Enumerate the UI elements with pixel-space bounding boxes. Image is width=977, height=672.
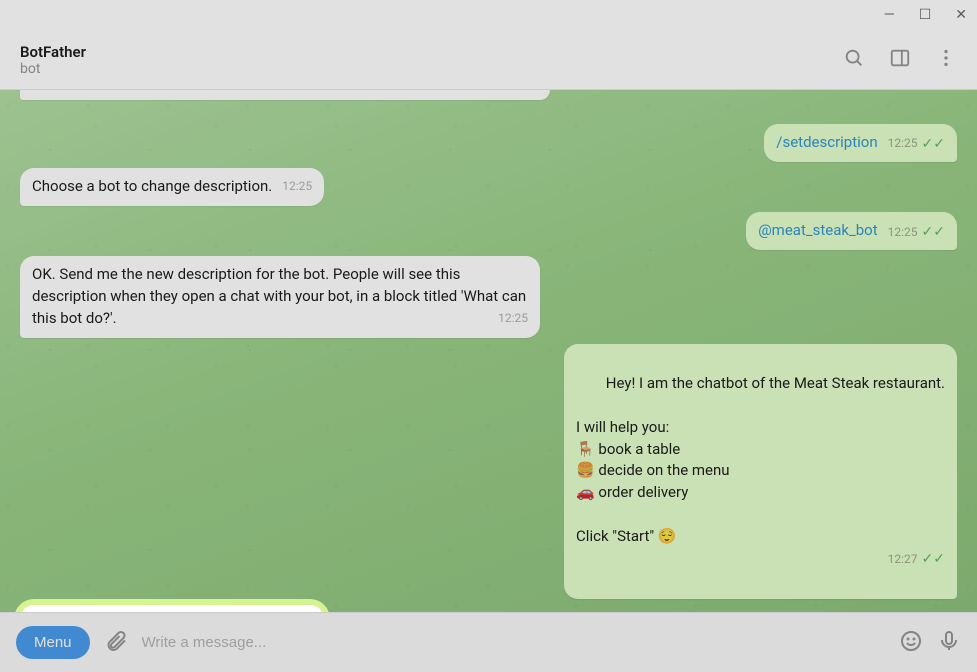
message-time: 12:25 — [888, 224, 918, 241]
partial-message: 9.45 — [20, 90, 550, 100]
message-input-bar: Menu — [0, 612, 977, 672]
read-ticks-icon: ✓✓ — [922, 222, 945, 242]
message-row-incoming: OK. Send me the new description for the … — [20, 256, 957, 337]
message-text: Choose a bot to change description. — [32, 177, 272, 195]
more-icon[interactable] — [935, 47, 957, 73]
maximize-icon[interactable]: ☐ — [919, 7, 932, 23]
message-row-incoming: Success! Description updated. /help 12:2… — [20, 605, 957, 612]
message-time: 12:25 — [888, 135, 918, 152]
read-ticks-icon: ✓✓ — [922, 134, 945, 154]
sidebar-icon[interactable] — [889, 47, 911, 73]
message-time: 12:25 — [498, 310, 528, 327]
message-row-outgoing: /setdescription 12:25 ✓✓ — [20, 124, 957, 162]
message-row-outgoing: Hey! I am the chatbot of the Meat Steak … — [20, 344, 957, 599]
minimize-icon[interactable]: — — [884, 7, 895, 23]
chat-subtitle: bot — [20, 61, 86, 77]
chat-title[interactable]: BotFather — [20, 43, 86, 61]
message-time: 12:27 — [888, 551, 918, 568]
emoji-icon[interactable] — [899, 629, 923, 657]
message-time: 9.45 — [515, 90, 538, 92]
read-ticks-icon: ✓✓ — [922, 549, 945, 569]
message-input[interactable] — [142, 634, 885, 651]
message-bubble[interactable]: @meat_steak_bot 12:25 ✓✓ — [746, 212, 957, 250]
window-titlebar: — ☐ ✕ — [0, 0, 977, 30]
message-bubble[interactable]: Hey! I am the chatbot of the Meat Steak … — [564, 344, 957, 599]
command-link[interactable]: /setdescription — [776, 133, 877, 151]
message-bubble-highlighted[interactable]: Success! Description updated. /help 12:2… — [20, 605, 324, 612]
message-text: OK. Send me the new description for the … — [32, 265, 526, 327]
close-icon[interactable]: ✕ — [955, 7, 967, 23]
message-row-outgoing: @meat_steak_bot 12:25 ✓✓ — [20, 212, 957, 250]
chat-area[interactable]: 9.45 /setdescription 12:25 ✓✓ Choose a b… — [0, 90, 977, 612]
message-row-incoming: Choose a bot to change description. 12:2… — [20, 168, 957, 206]
message-bubble[interactable]: OK. Send me the new description for the … — [20, 256, 540, 337]
mention-link[interactable]: @meat_steak_bot — [758, 221, 877, 239]
message-time: 12:25 — [282, 178, 312, 195]
chat-header: BotFather bot — [0, 30, 977, 90]
message-bubble[interactable]: /setdescription 12:25 ✓✓ — [764, 124, 957, 162]
message-text: Hey! I am the chatbot of the Meat Steak … — [576, 374, 945, 544]
search-icon[interactable] — [843, 47, 865, 73]
message-bubble[interactable]: Choose a bot to change description. 12:2… — [20, 168, 324, 206]
attach-icon[interactable] — [104, 629, 128, 657]
microphone-icon[interactable] — [937, 629, 961, 657]
menu-button[interactable]: Menu — [16, 626, 90, 659]
